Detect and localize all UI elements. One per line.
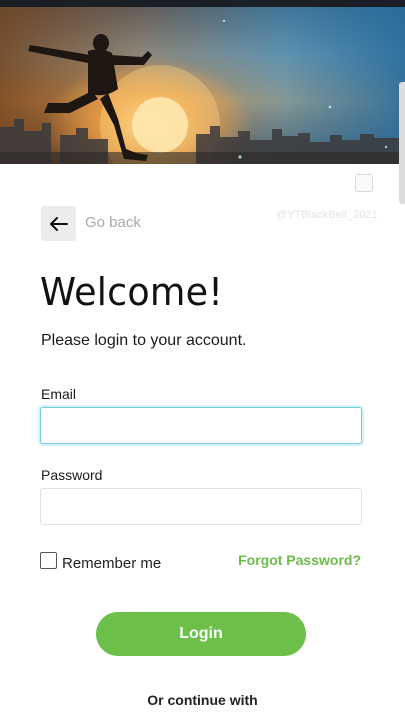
hero-scene <box>0 19 405 164</box>
status-bar <box>0 0 405 7</box>
login-button[interactable]: Login <box>96 612 306 656</box>
email-field[interactable] <box>40 407 362 444</box>
login-screen: @YTBlackBelt_2021 Go back Welcome! Pleas… <box>0 0 405 720</box>
arrow-left-icon <box>49 216 68 231</box>
watermark-text: @YTBlackBelt_2021 <box>276 209 378 221</box>
go-back-label[interactable]: Go back <box>85 214 141 231</box>
page-title: Welcome! <box>40 270 224 314</box>
remember-me-checkbox[interactable] <box>40 552 57 569</box>
page-subtitle: Please login to your account. <box>41 332 247 349</box>
remember-me-label[interactable]: Remember me <box>62 555 161 572</box>
watermark-icon <box>355 174 373 192</box>
email-label: Email <box>41 386 77 402</box>
continue-with-label: Or continue with <box>147 692 258 708</box>
hero-image <box>0 7 405 164</box>
scrollbar[interactable] <box>399 82 405 204</box>
go-back-button[interactable] <box>41 206 76 241</box>
forgot-password-link[interactable]: Forgot Password? <box>238 552 361 568</box>
password-label: Password <box>41 467 103 483</box>
password-field[interactable] <box>40 488 362 525</box>
